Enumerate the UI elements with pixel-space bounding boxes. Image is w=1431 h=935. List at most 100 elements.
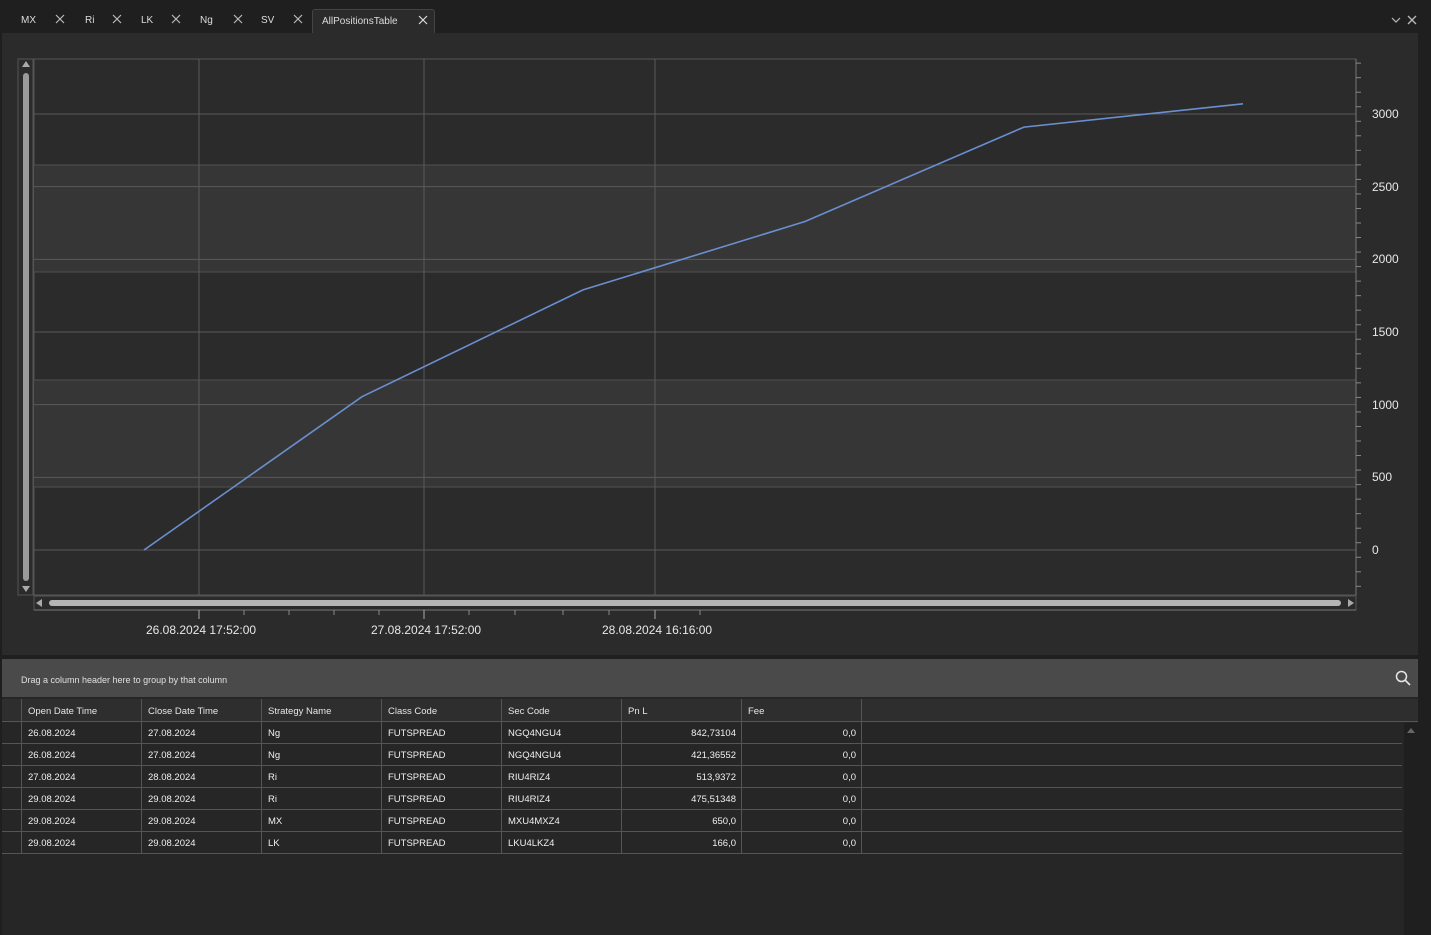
close-icon[interactable] [1406,14,1418,26]
tab-allpositionstable[interactable]: AllPositionsTable [312,9,435,34]
row-indicator[interactable] [2,788,22,809]
row-indicator[interactable] [2,744,22,765]
table-cell[interactable]: FUTSPREAD [382,766,502,787]
table-cell[interactable]: NGQ4NGU4 [502,722,622,743]
table-row[interactable]: 26.08.2024 27.08.2024 Ng FUTSPREAD NGQ4NGU4 8… [2,722,1402,744]
table-cell[interactable]: 29.08.2024 [22,788,142,809]
search-icon[interactable] [1394,669,1412,687]
table-cell[interactable]: 28.08.2024 [142,766,262,787]
group-by-panel[interactable]: Drag a column header here to group by th… [2,659,1418,697]
table-cell[interactable]: 27.08.2024 [142,722,262,743]
table-cell[interactable]: 26.08.2024 [22,722,142,743]
cell-value: 0,0 [842,728,856,739]
row-indicator[interactable] [2,832,22,853]
table-cell[interactable]: LK [262,832,382,853]
close-icon[interactable] [54,13,66,25]
table-cell[interactable]: 421,36552 [622,744,742,765]
table-cell[interactable]: 29.08.2024 [22,832,142,853]
column-header[interactable]: Strategy Name [262,699,382,721]
y-tick-label: 500 [1372,470,1393,485]
table-cell[interactable]: FUTSPREAD [382,832,502,853]
cell-value: 28.08.2024 [148,772,196,783]
close-icon[interactable] [417,14,429,26]
column-header[interactable]: Open Date Time [22,699,142,721]
grid-vertical-scrollbar[interactable] [1404,723,1418,935]
tab-lk[interactable]: LK [134,9,186,33]
table-row[interactable]: 29.08.2024 29.08.2024 MX FUTSPREAD MXU4MXZ4 6… [2,810,1402,832]
table-cell[interactable]: FUTSPREAD [382,788,502,809]
tab-sv[interactable]: SV [254,9,310,33]
table-cell[interactable]: Ri [262,766,382,787]
table-cell[interactable]: FUTSPREAD [382,744,502,765]
table-cell[interactable]: Ri [262,788,382,809]
cell-value: MXU4MXZ4 [508,816,560,827]
table-cell[interactable]: FUTSPREAD [382,722,502,743]
close-icon[interactable] [111,13,123,25]
close-icon[interactable] [170,13,182,25]
cell-value: FUTSPREAD [388,838,446,849]
table-cell[interactable]: 0,0 [742,788,862,809]
row-indicator[interactable] [2,766,22,787]
chevron-down-icon[interactable] [1390,14,1402,26]
table-cell[interactable]: 0,0 [742,722,862,743]
column-header-label: Open Date Time [28,706,98,717]
column-header-label: Strategy Name [268,706,332,717]
table-cell[interactable]: 842,73104 [622,722,742,743]
table-cell[interactable]: 513,9372 [622,766,742,787]
tab-ri[interactable]: Ri [78,9,126,33]
table-cell[interactable]: 27.08.2024 [22,766,142,787]
cell-value: 650,0 [712,816,736,827]
scroll-thumb[interactable] [23,73,29,581]
table-cell[interactable]: 0,0 [742,766,862,787]
scroll-up-icon[interactable] [1404,724,1418,736]
close-icon[interactable] [232,13,244,25]
column-header[interactable]: Fee [742,699,862,721]
table-row[interactable]: 29.08.2024 29.08.2024 Ri FUTSPREAD RIU4RIZ4 4… [2,788,1402,810]
table-cell[interactable]: 475,51348 [622,788,742,809]
cell-value: 166,0 [712,838,736,849]
tab-label: SV [261,15,275,26]
table-cell[interactable]: 29.08.2024 [142,788,262,809]
tab-mx[interactable]: MX [14,9,70,33]
table-cell[interactable]: 26.08.2024 [22,744,142,765]
table-row[interactable]: 26.08.2024 27.08.2024 Ng FUTSPREAD NGQ4NGU4 4… [2,744,1402,766]
table-cell[interactable]: 29.08.2024 [142,810,262,831]
table-row[interactable]: 27.08.2024 28.08.2024 Ri FUTSPREAD RIU4RIZ4 5… [2,766,1402,788]
table-cell[interactable]: 0,0 [742,744,862,765]
column-header[interactable]: Pn L [622,699,742,721]
table-cell[interactable]: 166,0 [622,832,742,853]
close-icon[interactable] [292,13,304,25]
table-cell[interactable]: 0,0 [742,810,862,831]
table-cell[interactable]: RIU4RIZ4 [502,766,622,787]
table-cell[interactable]: 29.08.2024 [22,810,142,831]
table-cell[interactable]: LKU4LKZ4 [502,832,622,853]
table-row[interactable]: 29.08.2024 29.08.2024 LK FUTSPREAD LKU4LKZ4 1… [2,832,1402,854]
table-cell[interactable]: 650,0 [622,810,742,831]
tab-ng[interactable]: Ng [193,9,249,33]
table-cell[interactable]: NGQ4NGU4 [502,744,622,765]
column-header[interactable]: Sec Code [502,699,622,721]
scroll-thumb[interactable] [49,600,1341,606]
cell-value: 842,73104 [691,728,736,739]
cell-value: FUTSPREAD [388,772,446,783]
column-header[interactable]: Close Date Time [142,699,262,721]
cell-value: FUTSPREAD [388,750,446,761]
cell-value: Ri [268,772,277,783]
table-cell[interactable]: Ng [262,744,382,765]
row-indicator[interactable] [2,722,22,743]
y-axis-ticks [1355,59,1361,595]
column-header[interactable]: Class Code [382,699,502,721]
table-cell[interactable]: FUTSPREAD [382,810,502,831]
table-cell[interactable]: RIU4RIZ4 [502,788,622,809]
table-cell[interactable]: MXU4MXZ4 [502,810,622,831]
column-header-label: Fee [748,706,765,717]
row-indicator[interactable] [2,810,22,831]
table-cell[interactable]: Ng [262,722,382,743]
table-cell[interactable]: 29.08.2024 [142,832,262,853]
table-cell[interactable]: MX [262,810,382,831]
document-tab-bar: MX Ri LK Ng SV AllPositionsTable [0,0,1431,34]
table-cell[interactable]: 0,0 [742,832,862,853]
table-cell[interactable]: 27.08.2024 [142,744,262,765]
x-axis-ticks [34,609,1356,619]
cell-value: 0,0 [842,794,856,805]
